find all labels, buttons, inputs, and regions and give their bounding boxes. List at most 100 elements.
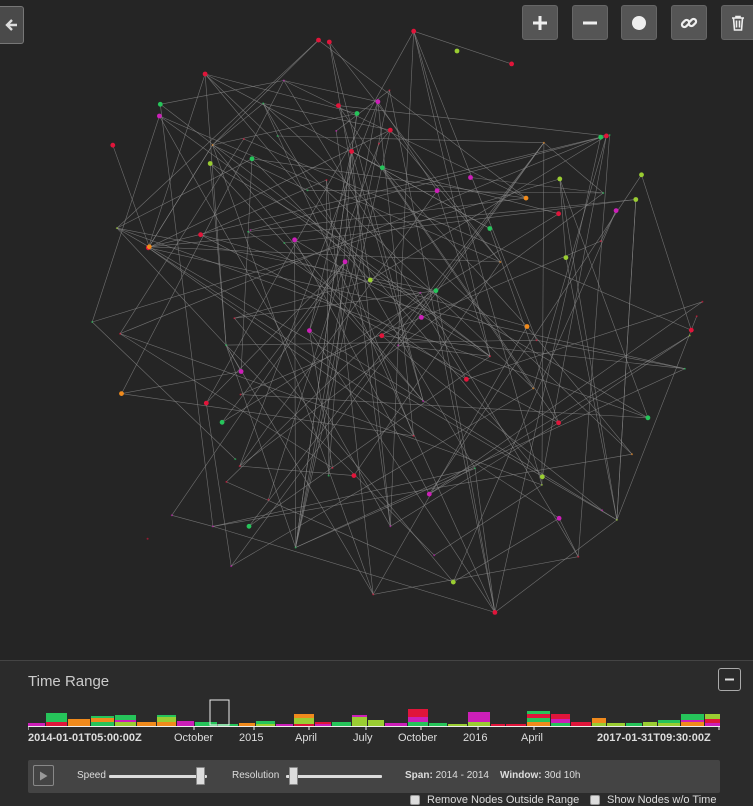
speed-slider-thumb[interactable] [196, 767, 206, 785]
graph-node[interactable] [262, 102, 265, 105]
graph-node[interactable] [509, 61, 514, 67]
graph-node[interactable] [342, 259, 348, 265]
back-button[interactable] [0, 6, 24, 44]
fit-button[interactable] [621, 5, 657, 40]
graph-node[interactable] [468, 175, 473, 180]
graph-node[interactable] [211, 144, 214, 146]
graph-node[interactable] [422, 400, 425, 403]
graph-node[interactable] [234, 458, 237, 461]
graph-node[interactable] [294, 546, 297, 549]
delete-button[interactable] [721, 5, 753, 40]
graph-node[interactable] [325, 179, 328, 181]
remove-nodes-option[interactable]: Remove Nodes Outside Range [410, 794, 579, 806]
graph-node[interactable] [419, 291, 422, 294]
graph-node[interactable] [331, 466, 334, 469]
graph-node[interactable] [246, 523, 252, 529]
graph-node[interactable] [335, 129, 338, 132]
graph-node[interactable] [695, 315, 698, 318]
graph-node[interactable] [372, 593, 375, 596]
graph-node[interactable] [207, 161, 213, 166]
graph-node[interactable] [157, 101, 163, 107]
graph-node[interactable] [426, 491, 432, 497]
resolution-slider-track[interactable] [286, 775, 382, 778]
graph-node[interactable] [306, 189, 309, 192]
graph-node[interactable] [283, 242, 286, 244]
graph-node[interactable] [556, 515, 562, 521]
show-nodes-checkbox[interactable] [590, 795, 600, 805]
graph-node[interactable] [389, 525, 392, 528]
zoom-out-button[interactable] [572, 5, 608, 40]
graph-node[interactable] [492, 610, 498, 615]
graph-node[interactable] [688, 334, 691, 337]
graph-node[interactable] [397, 344, 400, 347]
graph-node[interactable] [433, 288, 439, 294]
graph-node[interactable] [198, 232, 204, 238]
graph-node[interactable] [450, 579, 456, 585]
graph-node[interactable] [631, 453, 633, 456]
graph-node[interactable] [211, 525, 214, 528]
graph-node[interactable] [599, 240, 602, 243]
graph-node[interactable] [282, 79, 285, 82]
graph-node[interactable] [598, 134, 604, 140]
graph-node[interactable] [230, 565, 233, 568]
graph-node[interactable] [367, 277, 373, 283]
graph-node[interactable] [412, 434, 415, 437]
resolution-slider-thumb[interactable] [288, 767, 298, 785]
graph-node[interactable] [276, 135, 279, 137]
graph-node[interactable] [633, 197, 639, 202]
graph-node[interactable] [454, 48, 460, 54]
graph-node[interactable] [489, 355, 492, 358]
graph-node[interactable] [219, 419, 225, 425]
graph-node[interactable] [379, 333, 385, 339]
graph-node[interactable] [540, 483, 543, 486]
graph-node[interactable] [170, 514, 173, 517]
graph-node[interactable] [556, 420, 561, 426]
graph-node[interactable] [557, 176, 563, 182]
graph-node[interactable] [535, 339, 538, 342]
graph-node[interactable] [388, 89, 391, 92]
graph-node[interactable] [247, 230, 250, 233]
graph-node[interactable] [203, 400, 209, 406]
graph-node[interactable] [411, 28, 417, 34]
graph-node[interactable] [316, 37, 321, 43]
graph-node[interactable] [524, 324, 530, 329]
graph-node[interactable] [307, 328, 312, 333]
graph-node[interactable] [242, 138, 245, 140]
graph-node[interactable] [202, 71, 208, 77]
collapse-button[interactable] [718, 668, 741, 691]
graph-node[interactable] [238, 465, 241, 468]
play-button[interactable] [33, 765, 54, 786]
graph-node[interactable] [688, 327, 694, 333]
graph-node[interactable] [119, 391, 124, 396]
graph-node[interactable] [327, 474, 330, 477]
graph-node[interactable] [487, 226, 493, 231]
graph-node[interactable] [539, 474, 545, 480]
link-button[interactable] [671, 5, 707, 40]
graph-node[interactable] [387, 127, 393, 133]
graph-node[interactable] [349, 149, 354, 154]
remove-nodes-checkbox[interactable] [410, 795, 420, 805]
graph-node[interactable] [225, 344, 228, 347]
graph-node[interactable] [351, 473, 357, 478]
show-nodes-option[interactable]: Show Nodes w/o Time [590, 794, 716, 806]
graph-node[interactable] [336, 103, 341, 108]
graph-node[interactable] [110, 142, 116, 148]
zoom-in-button[interactable] [522, 5, 558, 40]
graph-node[interactable] [608, 134, 611, 136]
graph-node[interactable] [523, 195, 529, 201]
graph-node[interactable] [249, 229, 252, 232]
graph-node[interactable] [683, 367, 686, 370]
graph-node[interactable] [532, 387, 535, 390]
graph-node[interactable] [379, 165, 385, 171]
graph-canvas[interactable] [0, 0, 753, 660]
graph-node[interactable] [701, 300, 704, 303]
graph-node[interactable] [225, 480, 228, 483]
graph-node[interactable] [249, 156, 255, 162]
graph-node[interactable] [556, 211, 561, 217]
graph-node[interactable] [157, 113, 162, 119]
graph-node[interactable] [613, 208, 619, 214]
graph-node[interactable] [604, 133, 609, 139]
graph-node[interactable] [378, 142, 380, 145]
graph-node[interactable] [639, 172, 644, 178]
graph-node[interactable] [238, 369, 244, 374]
